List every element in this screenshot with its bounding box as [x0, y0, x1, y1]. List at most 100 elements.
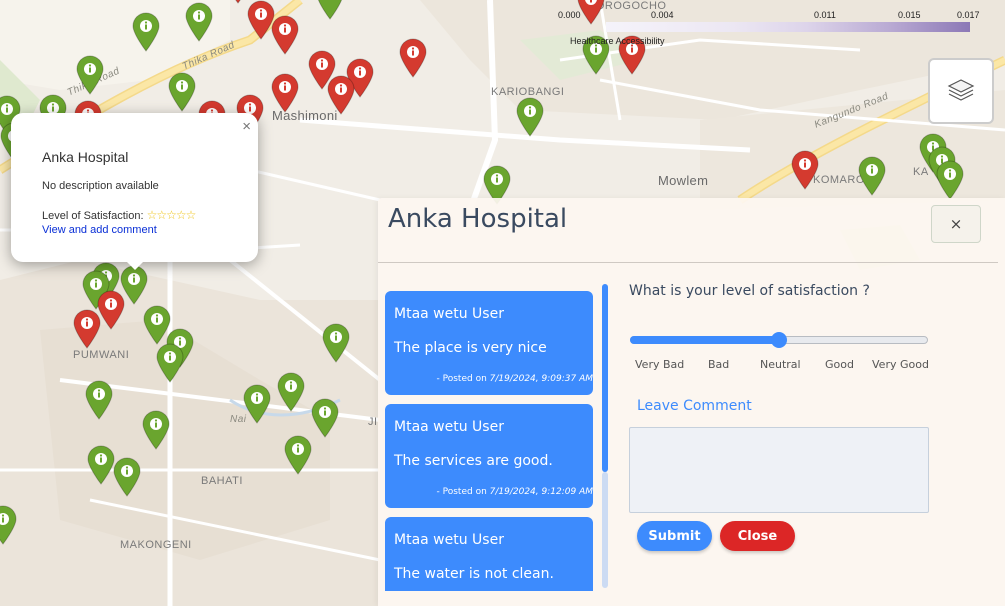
comment-text: The water is not clean.	[394, 566, 554, 582]
popup-tip	[125, 260, 145, 270]
satisfaction-label: Level of Satisfaction:	[42, 210, 144, 222]
comment-card: Mtaa wetu User The place is very nice - …	[385, 291, 593, 395]
facility-marker-green[interactable]	[935, 160, 965, 200]
layer-control-button[interactable]	[928, 58, 994, 124]
comment-user: Mtaa wetu User	[394, 306, 504, 322]
facility-marker-green[interactable]	[84, 380, 114, 420]
facility-marker-green[interactable]	[155, 343, 185, 383]
comment-text: The place is very nice	[394, 340, 547, 356]
facility-marker-red[interactable]	[223, 0, 253, 4]
legend-tick: 0.011	[814, 10, 836, 20]
info-icon	[791, 150, 819, 190]
facility-marker-green[interactable]	[184, 2, 214, 42]
scale-label: Bad	[708, 358, 730, 371]
facility-marker-red[interactable]	[270, 15, 300, 55]
comments-scrollbar-thumb[interactable]	[602, 284, 608, 472]
facility-marker-red[interactable]	[270, 73, 300, 113]
info-icon	[516, 97, 544, 137]
facility-marker-red[interactable]	[790, 150, 820, 190]
info-icon	[399, 38, 427, 78]
place-label: BAHATI	[201, 475, 243, 487]
info-icon	[284, 435, 312, 475]
info-icon	[156, 343, 184, 383]
comment-user: Mtaa wetu User	[394, 419, 504, 435]
map-popup: × Anka Hospital No description available…	[11, 113, 258, 270]
info-icon	[271, 73, 299, 113]
facility-marker-green[interactable]	[283, 435, 313, 475]
legend-tick: 0.000	[558, 10, 581, 20]
facility-marker-green[interactable]	[276, 372, 306, 412]
comment-textarea[interactable]	[629, 427, 929, 513]
info-icon	[142, 410, 170, 450]
info-icon	[73, 309, 101, 349]
rating-stars: ☆☆☆☆☆	[146, 208, 197, 222]
modal-close-icon-button[interactable]: ×	[931, 205, 981, 243]
facility-marker-red[interactable]	[398, 38, 428, 78]
info-icon	[120, 265, 148, 305]
comment-card: Mtaa wetu User The water is not clean.	[385, 517, 593, 591]
comments-scrollbar-track[interactable]	[602, 472, 608, 588]
info-icon	[235, 0, 241, 4]
comments-list[interactable]: Mtaa wetu User The place is very nice - …	[385, 291, 593, 591]
legend-tick: 0.015	[898, 10, 921, 20]
facility-marker-red[interactable]	[326, 75, 356, 115]
info-icon	[322, 323, 350, 363]
popup-description: No description available	[42, 180, 159, 192]
legend-color-bar	[606, 22, 970, 32]
scale-label: Good	[825, 358, 854, 371]
place-label: MAKONGENI	[120, 539, 192, 551]
modal-title: Anka Hospital	[388, 204, 568, 234]
info-icon	[858, 156, 886, 196]
facility-marker-green[interactable]	[119, 265, 149, 305]
legend-title: Healthcare Accessibility	[570, 36, 665, 46]
satisfaction-question: What is your level of satisfaction ?	[629, 283, 870, 299]
popup-close-button[interactable]: ×	[242, 118, 251, 135]
facility-marker-green[interactable]	[167, 72, 197, 112]
facility-modal: Anka Hospital × Mtaa wetu User The place…	[378, 198, 1005, 606]
leave-comment-label: Leave Comment	[637, 398, 752, 414]
info-icon	[85, 380, 113, 420]
info-icon	[76, 55, 104, 95]
satisfaction-slider-thumb[interactable]	[771, 332, 787, 348]
facility-marker-green[interactable]	[112, 457, 142, 497]
facility-marker-green[interactable]	[310, 398, 340, 438]
facility-marker-green[interactable]	[131, 12, 161, 52]
place-label: Mowlem	[658, 173, 709, 188]
info-icon	[311, 398, 339, 438]
close-button[interactable]: Close	[720, 521, 795, 551]
place-label: JI	[368, 416, 378, 428]
facility-marker-red[interactable]	[72, 309, 102, 349]
scale-label: Very Bad	[635, 358, 685, 371]
info-icon	[113, 457, 141, 497]
view-add-comment-link[interactable]: View and add comment	[42, 224, 157, 236]
facility-marker-green[interactable]	[321, 323, 351, 363]
info-icon	[132, 12, 160, 52]
comment-posted: - Posted on 7/19/2024, 9:12:09 AM	[436, 487, 593, 497]
info-icon	[936, 160, 964, 200]
legend-tick: 0.004	[651, 10, 674, 20]
info-icon	[185, 2, 213, 42]
comment-text: The services are good.	[394, 453, 553, 469]
comment-user: Mtaa wetu User	[394, 532, 504, 548]
facility-marker-green[interactable]	[857, 156, 887, 196]
info-icon	[0, 505, 17, 545]
layers-icon	[947, 79, 975, 101]
scale-label: Neutral	[760, 358, 801, 371]
facility-marker-green[interactable]	[75, 55, 105, 95]
popup-title: Anka Hospital	[42, 149, 129, 165]
facility-marker-green[interactable]	[315, 0, 345, 20]
facility-marker-green[interactable]	[0, 505, 18, 545]
submit-button[interactable]: Submit	[637, 521, 712, 551]
facility-marker-green[interactable]	[515, 97, 545, 137]
facility-marker-green[interactable]	[141, 410, 171, 450]
modal-header: Anka Hospital ×	[378, 198, 998, 263]
facility-marker-green[interactable]	[242, 384, 272, 424]
accessibility-legend: 0.000 0.004 0.011 0.015 0.017 Healthcare…	[556, 0, 980, 48]
legend-tick: 0.017	[957, 10, 980, 20]
place-label: PUMWANI	[73, 349, 130, 361]
info-icon	[327, 75, 355, 115]
comment-posted: - Posted on 7/19/2024, 9:09:37 AM	[436, 374, 593, 384]
info-icon	[277, 372, 305, 412]
info-icon	[168, 72, 196, 112]
info-icon	[243, 384, 271, 424]
